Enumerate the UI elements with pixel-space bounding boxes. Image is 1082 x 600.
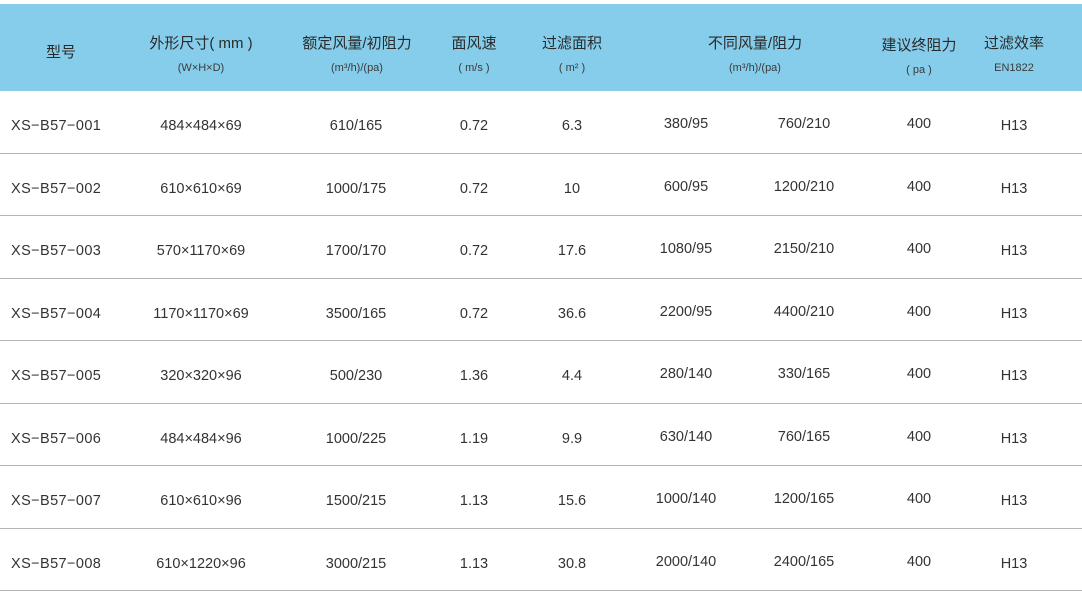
cell-efficiency: H13 [1000,555,1028,572]
cell-final-resistance: 400 [906,553,932,570]
cell-area: 15.6 [557,493,587,509]
table-row: XS−B57−007 610×610×96 1500/215 1.13 15.6 1000… [0,466,1082,529]
header-efficiency: 过滤效率 [983,35,1045,52]
cell-area: 4.4 [561,368,583,384]
cell-efficiency: H13 [1000,243,1028,259]
header-area: 过滤面积 [541,35,603,52]
header-model: 型号 [45,44,77,61]
cell-flow-low: 630/140 [659,428,713,445]
table-row: XS−B57−003 570×1170×69 1700/170 0.72 17.6 108… [0,216,1082,279]
cell-flow-high: 1200/165 [773,491,835,507]
cell-efficiency: H13 [1000,493,1028,509]
cell-efficiency: H13 [1000,368,1028,384]
header-area-unit: ( m² ) [558,62,586,74]
header-rated-flow: 额定风量/初阻力 [302,35,412,52]
cell-size: 610×610×96 [160,493,242,509]
cell-final-resistance: 400 [906,178,932,195]
cell-final-resistance: 400 [906,491,932,507]
cell-rated-flow: 1700/170 [325,243,387,259]
cell-flow-low: 600/95 [663,178,709,195]
cell-flow-high: 1200/210 [773,178,835,195]
cell-model: XS−B57−008 [11,555,102,572]
cell-model: XS−B57−005 [11,368,102,384]
table-row: XS−B57−005 320×320×96 500/230 1.36 4.4 280/14… [0,341,1082,404]
cell-model: XS−B57−003 [11,243,102,259]
cell-model: XS−B57−004 [11,305,102,322]
cell-area: 36.6 [557,305,587,322]
cell-rated-flow: 1500/215 [325,493,387,509]
cell-size: 570×1170×69 [156,243,246,259]
cell-rated-flow: 1000/225 [325,430,387,447]
cell-velocity: 1.13 [459,555,489,572]
table-row: XS−B57−004 1170×1170×69 3500/165 0.72 36.6 22… [0,279,1082,341]
cell-velocity: 1.36 [459,368,489,384]
cell-velocity: 0.72 [459,180,489,197]
cell-flow-low: 1000/140 [655,491,717,507]
cell-velocity: 0.72 [459,118,489,134]
table-row: XS−B57−002 610×610×69 1000/175 0.72 10 600/95… [0,154,1082,216]
header-var-flow-unit: (m³/h)/(pa) [729,62,781,74]
table-row: XS−B57−008 610×1220×96 3000/215 1.13 30.8 200… [0,529,1082,591]
table-header: 型号 外形尺寸( mm ) (W×H×D) 额定风量/初阻力 (m³/h)/(p… [0,4,1082,91]
cell-efficiency: H13 [1000,118,1028,134]
cell-area: 9.9 [561,430,583,447]
table-row: XS−B57−006 484×484×96 1000/225 1.19 9.9 630/1… [0,404,1082,466]
cell-area: 17.6 [557,243,587,259]
cell-flow-high: 2400/165 [773,553,835,570]
cell-rated-flow: 3500/165 [325,305,387,322]
header-final-resistance-unit: ( pa ) [906,64,932,76]
cell-velocity: 0.72 [459,243,489,259]
cell-area: 30.8 [557,555,587,572]
cell-velocity: 1.13 [459,493,489,509]
cell-rated-flow: 3000/215 [325,555,387,572]
header-var-flow: 不同风量/阻力 [707,35,803,52]
header-final-resistance: 建议终阻力 [881,37,957,54]
cell-size: 320×320×96 [160,368,242,384]
cell-efficiency: H13 [1000,430,1028,447]
cell-flow-high: 2150/210 [773,241,835,257]
cell-final-resistance: 400 [906,241,932,257]
header-efficiency-standard: EN1822 [994,62,1034,74]
header-size-unit: (W×H×D) [177,62,225,74]
cell-size: 1170×1170×69 [153,305,249,322]
header-rated-flow-unit: (m³/h)/(pa) [331,62,383,74]
cell-area: 10 [563,180,581,197]
cell-rated-flow: 610/165 [329,118,383,134]
cell-flow-high: 760/165 [777,428,831,445]
cell-efficiency: H13 [1000,180,1028,197]
cell-size: 484×484×96 [160,430,242,447]
cell-flow-low: 1080/95 [659,241,713,257]
cell-size: 610×1220×96 [156,555,246,572]
cell-velocity: 0.72 [459,305,489,322]
cell-efficiency: H13 [1000,305,1028,322]
cell-final-resistance: 400 [906,303,932,320]
cell-flow-low: 2200/95 [659,303,713,320]
cell-flow-high: 4400/210 [773,303,835,320]
header-velocity: 面风速 [451,35,497,52]
cell-size: 484×484×69 [160,118,242,134]
cell-model: XS−B57−006 [11,430,102,447]
cell-rated-flow: 1000/175 [325,180,387,197]
cell-final-resistance: 400 [906,428,932,445]
cell-area: 6.3 [561,118,583,134]
cell-flow-low: 380/95 [663,116,709,132]
cell-model: XS−B57−002 [11,180,102,197]
cell-model: XS−B57−007 [11,493,102,509]
cell-final-resistance: 400 [906,366,932,382]
header-size: 外形尺寸( mm ) [149,35,253,52]
cell-size: 610×610×69 [160,180,242,197]
cell-model: XS−B57−001 [11,118,102,134]
cell-flow-low: 280/140 [659,366,713,382]
cell-final-resistance: 400 [906,116,932,132]
spec-table: 型号 外形尺寸( mm ) (W×H×D) 额定风量/初阻力 (m³/h)/(p… [0,4,1082,591]
cell-velocity: 1.19 [459,430,489,447]
cell-rated-flow: 500/230 [329,368,383,384]
cell-flow-low: 2000/140 [655,553,717,570]
cell-flow-high: 330/165 [777,366,831,382]
table-row: XS−B57−001 484×484×69 610/165 0.72 6.3 380/95… [0,91,1082,154]
cell-flow-high: 760/210 [777,116,831,132]
table-body: XS−B57−001 484×484×69 610/165 0.72 6.3 380/95… [0,91,1082,591]
header-velocity-unit: ( m/s ) [458,62,490,74]
